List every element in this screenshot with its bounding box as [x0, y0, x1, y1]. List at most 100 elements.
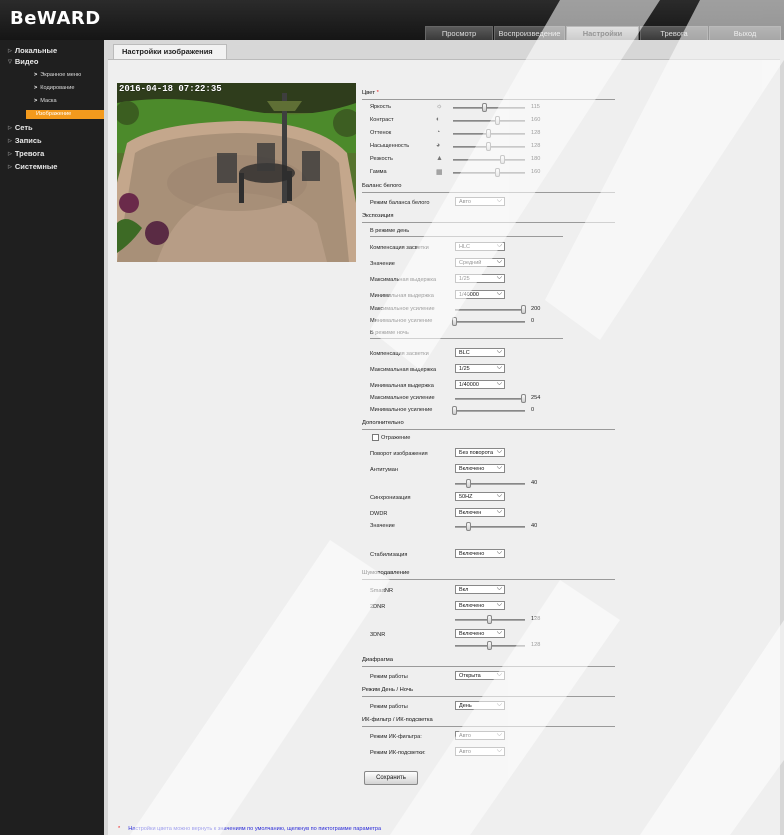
night-min-gain-value: 0: [531, 407, 535, 413]
chevron-down-icon: ⌵: [496, 671, 502, 678]
night-max-gain-slider[interactable]: [521, 394, 527, 403]
sync-select[interactable]: 50HZ ⌵: [455, 492, 505, 501]
day-min-shutter-select[interactable]: 1/40000 ⌵: [455, 290, 505, 299]
day-min-gain-label: Минимальное усиление: [370, 318, 433, 324]
color-slider-track: [453, 107, 525, 109]
day-min-gain-slider[interactable]: [452, 317, 457, 326]
tab-playback[interactable]: Воспроизведение: [494, 26, 565, 40]
ir-filter-select[interactable]: Авто ⌵: [455, 731, 505, 740]
nr2d-level-slider[interactable]: [487, 615, 492, 624]
color-slider-label: Гамма: [370, 169, 387, 175]
day-max-gain-slider[interactable]: [521, 305, 527, 314]
day-max-gain-track: [455, 309, 525, 311]
color-slider-knob[interactable]: [482, 103, 488, 112]
gamma-icon[interactable]: ▦: [436, 168, 443, 176]
sidebar-item-label: Системные: [14, 162, 58, 171]
nr3d-label: 3DNR: [370, 632, 386, 638]
settings-panel: 2016-04-18 07:22:35 Цвет * Яркость ☼ 115 Ко…: [108, 59, 780, 835]
day-backlight-select[interactable]: HLC ⌵: [455, 242, 505, 251]
sharpness-icon[interactable]: ▲: [436, 155, 443, 162]
sidebar-item-label: Видео: [14, 57, 39, 66]
nr3d-level-value: 128: [531, 642, 541, 648]
save-button[interactable]: Сохранить: [364, 771, 418, 785]
daynight-mode-select[interactable]: День ⌵: [455, 701, 505, 710]
sidebar-item-encoding[interactable]: > Кодирование: [34, 85, 74, 91]
dwdr-select[interactable]: Включен ⌵: [455, 508, 505, 517]
smartnr-select[interactable]: Вкл ⌵: [455, 585, 505, 594]
section-title-ir: ИК-фильтр / ИК-подсветка: [362, 717, 433, 723]
sidebar-item-alarm[interactable]: ▷ Тревога: [8, 149, 44, 158]
night-min-gain-label: Минимальное усиление: [370, 407, 433, 413]
content-area: Настройки изображения 2016-04-18 07:22:3…: [104, 40, 784, 835]
dwdr-level-slider[interactable]: [466, 522, 471, 531]
color-slider-knob[interactable]: [486, 129, 491, 138]
dwdr-level-label: Значение: [370, 523, 395, 529]
sidebar-item-image[interactable]: Изображение: [26, 110, 104, 119]
tab-alarm[interactable]: Тревога: [640, 26, 708, 40]
footnote: * Настройки цвета можно вернуть к значени…: [118, 826, 382, 832]
camera-preview: 2016-04-18 07:22:35: [117, 83, 356, 262]
night-min-shutter-select[interactable]: 1/40000 ⌵: [455, 380, 505, 389]
section-title-exposure: Экспозиция: [362, 213, 394, 219]
day-backlight-label: Компенсация засветки: [370, 245, 429, 251]
day-value-select[interactable]: Средний ⌵: [455, 258, 505, 267]
color-slider-value: 128: [531, 130, 541, 136]
day-min-gain-value: 0: [531, 318, 535, 324]
sidebar-item-video[interactable]: ▽ Видео: [8, 57, 38, 66]
app-frame: BeWARD Просмотр Воспроизведение Настройк…: [0, 0, 784, 835]
nr3d-select[interactable]: Включено ⌵: [455, 629, 505, 638]
exposure-day-title: В режиме день: [370, 228, 410, 234]
antifog-level-value: 40: [531, 480, 538, 486]
color-slider-knob[interactable]: [486, 142, 491, 151]
sidebar-item-record[interactable]: ▷ Запись: [8, 136, 42, 145]
chevron-down-icon: ⌵: [496, 549, 502, 556]
rotate-select[interactable]: Без поворота ⌵: [455, 448, 505, 457]
sidebar-item-mask[interactable]: > Маска: [34, 98, 57, 104]
sidebar-item-local[interactable]: ▷ Локальные: [8, 46, 57, 55]
contrast-icon[interactable]: ◐: [436, 116, 440, 123]
divider: [362, 726, 615, 727]
sidebar-item-system[interactable]: ▷ Системные: [8, 162, 57, 171]
night-backlight-select[interactable]: BLC ⌵: [455, 348, 505, 357]
day-max-shutter-select[interactable]: 1/25 ⌵: [455, 274, 505, 283]
stab-select[interactable]: Включено ⌵: [455, 549, 505, 558]
divider: [370, 236, 563, 237]
chevron-down-icon: ⌵: [496, 731, 502, 738]
ir-light-label: Режим ИК-подсветки:: [370, 750, 426, 756]
chevron-down-icon: ⌵: [496, 290, 502, 297]
tab-settings[interactable]: Настройки: [566, 26, 639, 40]
chevron-down-icon: ⌵: [496, 747, 502, 754]
nr3d-level-slider[interactable]: [487, 641, 492, 650]
color-slider-knob[interactable]: [500, 155, 506, 164]
section-title-additional: Дополнительно: [362, 420, 404, 426]
tab-view[interactable]: Просмотр: [425, 26, 493, 40]
antifog-select[interactable]: Включено ⌵: [455, 464, 505, 473]
color-slider-knob[interactable]: [495, 168, 501, 177]
sidebar-item-network[interactable]: ▷ Сеть: [8, 123, 33, 132]
night-max-shutter-select[interactable]: 1/25 ⌵: [455, 364, 505, 373]
iris-mode-select[interactable]: Открыта ⌵: [455, 671, 505, 680]
wb-mode-select[interactable]: Авто ⌵: [455, 197, 505, 206]
color-slider-value: 128: [531, 143, 541, 149]
day-min-gain-track: [455, 321, 525, 323]
mirror-checkbox[interactable]: [372, 434, 379, 441]
sidebar-item-label: Маска: [40, 98, 57, 104]
section-title-noise: Шумоподавление: [362, 570, 410, 576]
color-slider-label: Оттенок: [370, 130, 392, 136]
ir-light-select[interactable]: Авто ⌵: [455, 747, 505, 756]
divider: [362, 579, 615, 580]
nr2d-select[interactable]: Включено ⌵: [455, 601, 505, 610]
saturation-icon[interactable]: ◕: [436, 142, 440, 149]
antifog-level-slider[interactable]: [466, 479, 471, 488]
divider: [362, 429, 615, 430]
camera-osd-timestamp: 2016-04-18 07:22:35: [119, 84, 222, 94]
night-min-gain-slider[interactable]: [452, 406, 457, 415]
sidebar-item-osd[interactable]: > Экранное меню: [34, 72, 81, 78]
chevron-down-icon: ⌵: [496, 197, 502, 204]
chevron-down-icon: ⌵: [496, 380, 502, 387]
dwdr-label: DWDR: [370, 511, 388, 517]
brightness-icon[interactable]: ☼: [436, 103, 442, 110]
tab-logout[interactable]: Выход: [709, 26, 781, 40]
hue-icon[interactable]: ◔: [436, 129, 440, 136]
color-slider-knob[interactable]: [495, 116, 501, 125]
